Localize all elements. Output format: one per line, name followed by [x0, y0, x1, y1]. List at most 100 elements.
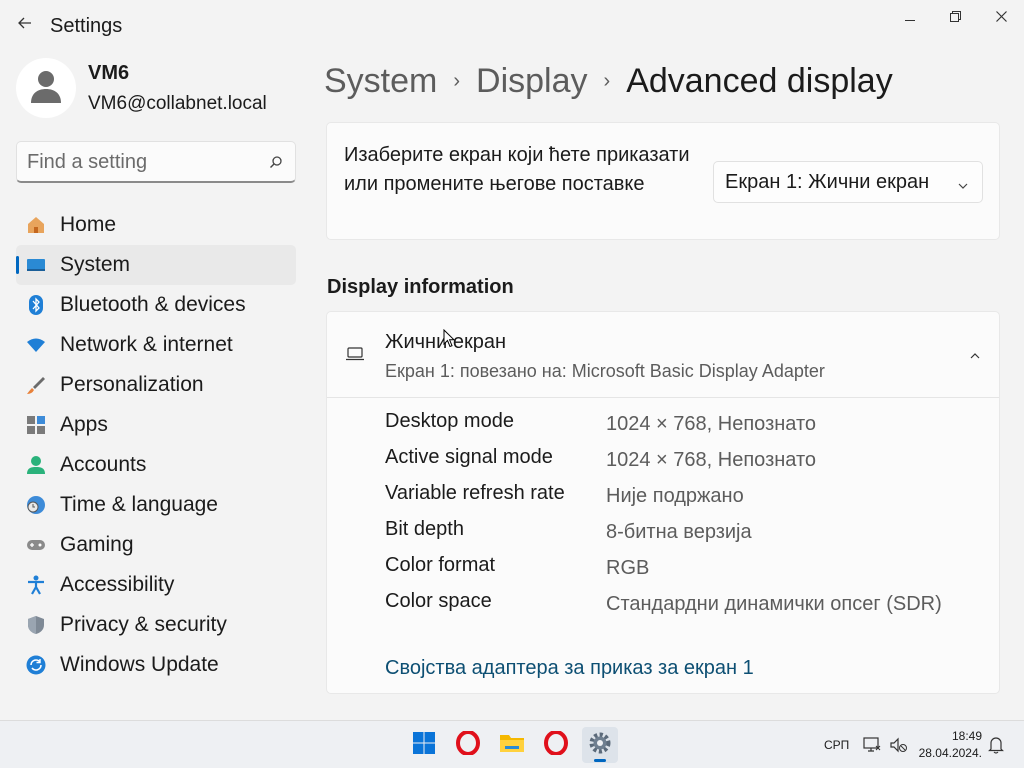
breadcrumb: System › Display › Advanced display: [324, 58, 893, 104]
monitor-icon: [345, 346, 365, 367]
section-title: Display information: [327, 276, 514, 298]
taskbar-opera[interactable]: [450, 727, 486, 763]
display-info-list: Desktop mode 1024 × 768, Непознато Activ…: [385, 406, 985, 650]
gear-icon: [588, 731, 612, 760]
back-button[interactable]: [14, 14, 36, 36]
sidebar-item-label: System: [60, 253, 131, 276]
info-value: RGB: [606, 557, 650, 579]
minimize-button[interactable]: [895, 8, 925, 26]
title-bar: Settings: [0, 0, 1024, 50]
sidebar-item-gaming[interactable]: Gaming: [16, 525, 296, 565]
back-arrow-icon: [18, 16, 32, 34]
search-input[interactable]: [27, 149, 257, 175]
network-icon[interactable]: [862, 735, 882, 755]
info-row-desktop-mode: Desktop mode 1024 × 768, Непознато: [385, 406, 985, 442]
dropdown-value: Екран 1: Жични екран: [725, 170, 930, 193]
info-value: 1024 × 768, Непознато: [606, 449, 817, 471]
info-row-color-format: Color format RGB: [385, 550, 985, 586]
gamepad-icon: [26, 535, 46, 555]
info-key: Bit depth: [385, 518, 464, 540]
info-value: Стандардни динамички опсег (SDR): [606, 593, 942, 615]
minimize-icon: [905, 10, 915, 25]
avatar[interactable]: [16, 58, 76, 118]
wifi-icon: [26, 335, 46, 355]
sidebar-item-personalization[interactable]: Personalization: [16, 365, 296, 405]
display-info-card: Жични екран Екран 1: повезано на: Micros…: [326, 311, 1000, 694]
sidebar-item-label: Personalization: [60, 373, 204, 396]
app-title: Settings: [50, 15, 123, 37]
sidebar-item-accessibility[interactable]: Accessibility: [16, 565, 296, 605]
sidebar-item-windows-update[interactable]: Windows Update: [16, 645, 296, 685]
bluetooth-icon: [26, 295, 46, 315]
chevron-up-icon[interactable]: [965, 346, 985, 366]
shield-icon: [26, 615, 46, 635]
opera-icon: [544, 729, 568, 760]
clock-time[interactable]: 18:49: [938, 729, 982, 743]
close-button[interactable]: [986, 8, 1016, 26]
accounts-icon: [26, 455, 46, 475]
info-row-active-signal-mode: Active signal mode 1024 × 768, Непознато: [385, 442, 985, 478]
chevron-down-icon: [958, 176, 968, 194]
info-row-variable-refresh-rate: Variable refresh rate Није подржано: [385, 478, 985, 514]
breadcrumb-system[interactable]: System: [324, 62, 437, 101]
windows-start-icon: [413, 731, 435, 759]
taskbar-file-explorer[interactable]: [494, 727, 530, 763]
sidebar-item-bluetooth[interactable]: Bluetooth & devices: [16, 285, 296, 325]
system-display-icon: [26, 255, 46, 275]
sidebar-item-label: Gaming: [60, 533, 134, 556]
select-display-label: Изаберите екран који ћете приказати или …: [344, 144, 690, 195]
sidebar-item-apps[interactable]: Apps: [16, 405, 296, 445]
taskbar-opera-2[interactable]: [538, 727, 574, 763]
windows-update-icon: [26, 655, 46, 675]
globe-clock-icon: [26, 495, 46, 515]
apps-icon: [26, 415, 46, 435]
info-row-bit-depth: Bit depth 8-битна верзија: [385, 514, 985, 550]
display-info-expander-header[interactable]: Жични екран Екран 1: повезано на: Micros…: [327, 312, 999, 398]
restore-icon: [949, 10, 961, 25]
sidebar-item-label: Windows Update: [60, 653, 219, 676]
sidebar-item-privacy[interactable]: Privacy & security: [16, 605, 296, 645]
sidebar-item-label: Accessibility: [60, 573, 175, 596]
info-row-color-space: Color space Стандардни динамички опсег (…: [385, 586, 985, 650]
sidebar-item-label: Bluetooth & devices: [60, 293, 246, 316]
adapter-properties-link[interactable]: Својства адаптера за приказ за екран 1: [385, 657, 754, 680]
display-subtitle: Екран 1: повезано на: Microsoft Basic Di…: [385, 361, 825, 381]
sidebar-item-home[interactable]: Home: [16, 205, 296, 245]
restore-button[interactable]: [940, 8, 970, 26]
info-key: Color format: [385, 554, 496, 576]
volume-muted-icon[interactable]: [888, 735, 908, 755]
info-value: 1024 × 768, Непознато: [606, 413, 817, 435]
opera-icon: [456, 729, 480, 760]
page-title: Advanced display: [626, 61, 893, 100]
info-key: Color space: [385, 590, 492, 612]
select-display-card: Изаберите екран који ћете приказати или …: [326, 122, 1000, 240]
taskbar-start-button[interactable]: [406, 727, 442, 763]
sidebar-item-system[interactable]: System: [16, 245, 296, 285]
info-value: Није подржано: [606, 485, 744, 507]
search-icon[interactable]: [269, 155, 283, 169]
folder-icon: [499, 732, 525, 759]
search-box[interactable]: [16, 141, 296, 183]
sidebar-item-network[interactable]: Network & internet: [16, 325, 296, 365]
taskbar-settings[interactable]: [582, 727, 618, 763]
sidebar-item-time-language[interactable]: Time & language: [16, 485, 296, 525]
profile-email: VM6@collabnet.local: [88, 93, 267, 114]
breadcrumb-display[interactable]: Display: [476, 62, 587, 101]
accessibility-icon: [26, 575, 46, 595]
sidebar-item-accounts[interactable]: Accounts: [16, 445, 296, 485]
sidebar-item-label: Time & language: [60, 493, 218, 516]
home-icon: [26, 215, 46, 235]
clock-date[interactable]: 28.04.2024.: [918, 746, 982, 760]
language-indicator[interactable]: СРП: [824, 738, 849, 752]
close-icon: [995, 10, 1007, 25]
sidebar-item-label: Home: [60, 213, 117, 236]
sidebar-item-label: Apps: [60, 413, 108, 436]
user-avatar-icon: [29, 67, 63, 110]
display-select-dropdown[interactable]: Екран 1: Жични екран: [713, 161, 983, 203]
brush-icon: [26, 375, 46, 395]
notification-bell-icon[interactable]: [986, 735, 1006, 755]
taskbar: СРП 18:49 28.04.2024.: [0, 720, 1024, 768]
mouse-cursor-icon: [443, 328, 456, 353]
chevron-right-icon: ›: [603, 69, 611, 92]
info-key: Desktop mode: [385, 410, 514, 432]
